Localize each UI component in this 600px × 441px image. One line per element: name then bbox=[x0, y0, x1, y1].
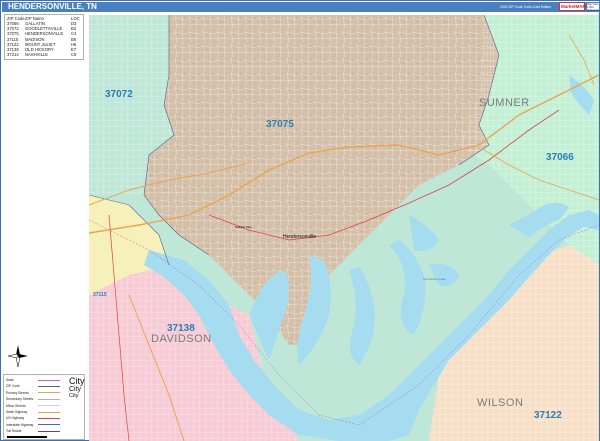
legend-row: Toll Roads bbox=[6, 428, 84, 434]
title-bar: HENDERSONVILLE, TN 2023 ZIP Code Color-C… bbox=[2, 2, 600, 12]
zip-code-table: ZIP Code ZIP Name LOC 37066 GALLATIN D3 370… bbox=[4, 14, 84, 60]
county-label-wilson: WILSON bbox=[477, 397, 524, 409]
map-title: HENDERSONVILLE, TN bbox=[8, 2, 97, 11]
city-size-small: City bbox=[69, 393, 79, 399]
legend-swatch bbox=[38, 424, 60, 426]
legend-label: State Highway bbox=[6, 410, 28, 414]
map-canvas bbox=[89, 15, 599, 441]
compass-rose bbox=[6, 343, 30, 371]
road-label-gallatin-pike: Gallatin Pike bbox=[235, 225, 252, 229]
legend-swatch bbox=[38, 405, 60, 407]
legend-label: ZIP Code bbox=[6, 384, 20, 389]
zip-label-37066: 37066 bbox=[546, 152, 574, 163]
legend-swatch bbox=[38, 417, 60, 420]
zip-label-37072: 37072 bbox=[105, 89, 133, 100]
name-cell: NASHVILLE bbox=[25, 52, 49, 58]
loc-cell: C8 bbox=[71, 52, 77, 58]
zip-label-37075: 37075 bbox=[266, 119, 294, 130]
map-legend: State ZIP Code Primary Streets Secondary St… bbox=[3, 374, 85, 440]
legend-swatch bbox=[38, 385, 60, 388]
legend-label: Minor Streets bbox=[6, 403, 26, 408]
legend-swatch bbox=[38, 398, 60, 400]
zip-label-37115: 37115 bbox=[93, 292, 107, 298]
zip-map[interactable]: 37072 37075 37066 37138 37122 37115 SUMN… bbox=[89, 15, 599, 441]
legend-label: Primary Streets bbox=[6, 390, 29, 395]
lake-label: Old Hickory Lake bbox=[423, 277, 446, 281]
legend-label: Toll Roads bbox=[6, 429, 22, 434]
legend-swatch bbox=[38, 411, 60, 413]
table-row: 37214 NASHVILLE C8 bbox=[7, 53, 83, 58]
scale-bar bbox=[7, 436, 47, 438]
city-size-medium: City bbox=[69, 386, 82, 393]
legend-label: Interstate Highway bbox=[6, 422, 34, 427]
legend-label: US Highway bbox=[6, 416, 25, 421]
legend-swatch bbox=[38, 392, 60, 394]
sales-line-3: Marketmaps bbox=[587, 9, 600, 12]
city-label-hendersonville: Hendersonville bbox=[283, 234, 317, 240]
legend-label: Secondary Streets bbox=[6, 397, 34, 402]
marketmaps-logo[interactable]: MarketMAPS bbox=[559, 2, 589, 11]
city-size-large: City bbox=[69, 376, 85, 386]
county-label-sumner: SUMNER bbox=[479, 97, 530, 109]
legend-label: State bbox=[6, 378, 14, 382]
county-label-davidson: DAVIDSON bbox=[151, 333, 212, 345]
city-size-legend: City City City bbox=[69, 376, 85, 400]
zip-label-37122: 37122 bbox=[534, 410, 562, 421]
logo-text: MarketMAPS bbox=[561, 4, 589, 9]
legend-swatch bbox=[38, 430, 60, 432]
legend-swatch bbox=[38, 379, 60, 381]
compass-icon bbox=[7, 345, 28, 368]
sales-badge: Map Sales 1-800- Marketmaps bbox=[587, 3, 600, 12]
map-page: HENDERSONVILLE, TN 2023 ZIP Code Color-C… bbox=[0, 0, 600, 441]
zip-cell: 37214 bbox=[7, 52, 19, 58]
edition-label: 2023 ZIP Code Color-Cast Edition bbox=[500, 5, 552, 9]
